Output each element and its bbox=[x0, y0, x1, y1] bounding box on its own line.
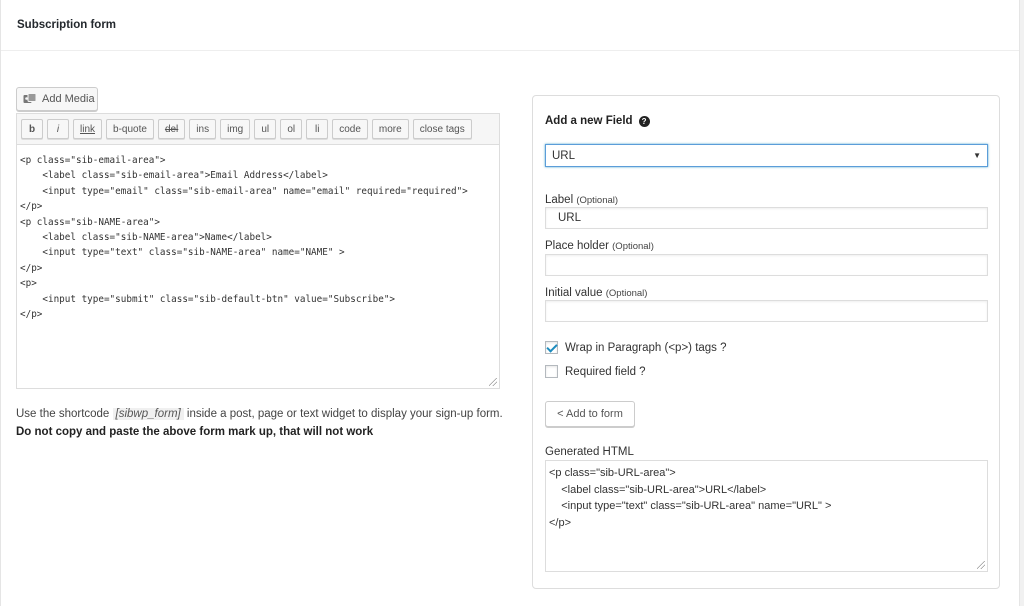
label-label-text: Label bbox=[545, 194, 574, 206]
code-line: <label class="sib-NAME-area">Name</label… bbox=[20, 232, 272, 244]
qt-button-close-tags[interactable]: close tags bbox=[412, 119, 472, 139]
dropdown-arrow-icon: ▼ bbox=[973, 151, 981, 160]
resize-handle[interactable] bbox=[977, 561, 985, 569]
qt-button-b-quote[interactable]: b-quote bbox=[106, 119, 154, 139]
qt-button-code[interactable]: code bbox=[332, 119, 368, 139]
resize-handle[interactable] bbox=[489, 378, 497, 386]
form-code-textarea[interactable]: <p class="sib-email-area"> <label class=… bbox=[17, 145, 499, 322]
code-line: </p> bbox=[20, 262, 43, 274]
initial-optional-text: (Optional) bbox=[605, 288, 648, 299]
generated-line: </p> bbox=[549, 516, 572, 529]
subscription-form-panel: Subscription form Add Media b i link b-quot… bbox=[0, 0, 1020, 606]
code-line: <p class="sib-email-area"> bbox=[20, 155, 166, 166]
initial-value-input[interactable] bbox=[545, 300, 988, 322]
qt-button-link[interactable]: link bbox=[73, 119, 103, 139]
qt-button-ins[interactable]: ins bbox=[189, 119, 217, 139]
label-field-label: Label (Optional) bbox=[545, 194, 618, 206]
field-type-select[interactable]: URL ▼ bbox=[545, 144, 988, 167]
panel-title: Subscription form bbox=[17, 19, 117, 31]
label-optional-text: (Optional) bbox=[576, 195, 619, 206]
shortcode-help: Use the shortcode [sibwp_form] inside a … bbox=[16, 405, 506, 441]
code-line: <p class="sib-NAME-area"> bbox=[20, 216, 160, 228]
add-field-box: Add a new Field ? URL ▼ Label (Optional)… bbox=[532, 95, 1000, 589]
initial-label-text: Initial value bbox=[545, 287, 603, 299]
generated-html-textarea[interactable]: <p class="sib-URL-area"> <label class="s… bbox=[545, 460, 988, 572]
qt-button-ol[interactable]: ol bbox=[280, 119, 303, 139]
label-input[interactable]: URL bbox=[545, 207, 988, 229]
wrap-paragraph-option[interactable]: Wrap in Paragraph (<p>) tags ? bbox=[545, 341, 727, 354]
form-html-editor: b i link b-quote del ins img ul ol li code more clos… bbox=[16, 113, 500, 389]
generated-line: <input type="text" class="sib-URL-area" … bbox=[549, 500, 832, 512]
code-line: </p> bbox=[20, 309, 43, 321]
help-middle: inside a post, page or text widget to di… bbox=[183, 408, 503, 420]
add-media-label: Add Media bbox=[42, 93, 95, 105]
placeholder-field-label: Place holder (Optional) bbox=[545, 240, 654, 252]
qt-button-img[interactable]: img bbox=[220, 119, 251, 139]
qt-button-more[interactable]: more bbox=[371, 119, 409, 139]
qt-button-i[interactable]: i bbox=[47, 119, 69, 139]
code-line: <input type="email" class="sib-email-are… bbox=[20, 185, 468, 197]
placeholder-input[interactable] bbox=[545, 254, 988, 276]
add-field-title-text: Add a new Field bbox=[545, 115, 633, 127]
qt-button-ul[interactable]: ul bbox=[254, 119, 277, 139]
help-warning: Do not copy and paste the above form mar… bbox=[16, 426, 374, 438]
wrap-paragraph-label: Wrap in Paragraph (<p>) tags ? bbox=[565, 341, 727, 354]
code-line: <label class="sib-email-area">Email Addr… bbox=[20, 170, 328, 182]
field-type-value: URL bbox=[552, 149, 576, 162]
required-field-label: Required field ? bbox=[565, 365, 646, 378]
help-prefix: Use the shortcode bbox=[16, 408, 113, 420]
shortcode-text: [sibwp_form] bbox=[112, 408, 184, 420]
placeholder-label-text: Place holder bbox=[545, 240, 609, 252]
qt-button-del[interactable]: del bbox=[157, 119, 186, 139]
add-media-button[interactable]: Add Media bbox=[16, 87, 98, 111]
wrap-paragraph-checkbox[interactable] bbox=[545, 341, 558, 354]
required-field-checkbox[interactable] bbox=[545, 365, 558, 378]
media-icon bbox=[23, 93, 37, 103]
code-line: <p> bbox=[20, 278, 37, 290]
generated-line: <p class="sib-URL-area"> bbox=[549, 467, 676, 479]
placeholder-optional-text: (Optional) bbox=[612, 241, 654, 252]
panel-header: Subscription form bbox=[1, 0, 1019, 51]
add-to-form-button[interactable]: < Add to form bbox=[545, 401, 635, 427]
code-line: </p> bbox=[20, 201, 43, 213]
question-circle-icon[interactable]: ? bbox=[638, 115, 650, 127]
qt-button-li[interactable]: li bbox=[306, 119, 329, 139]
generated-html-label: Generated HTML bbox=[545, 446, 634, 458]
qt-button-b[interactable]: b bbox=[21, 119, 43, 139]
quicktags-toolbar: b i link b-quote del ins img ul ol li code more clos… bbox=[17, 114, 499, 145]
code-line: <input type="submit" class="sib-default-… bbox=[20, 293, 396, 305]
add-field-title: Add a new Field ? bbox=[545, 115, 650, 127]
required-field-option[interactable]: Required field ? bbox=[545, 365, 646, 378]
initial-value-field-label: Initial value (Optional) bbox=[545, 287, 647, 299]
generated-line: <label class="sib-URL-area">URL</label> bbox=[549, 483, 767, 496]
code-line: <input type="text" class="sib-NAME-area"… bbox=[20, 247, 345, 259]
